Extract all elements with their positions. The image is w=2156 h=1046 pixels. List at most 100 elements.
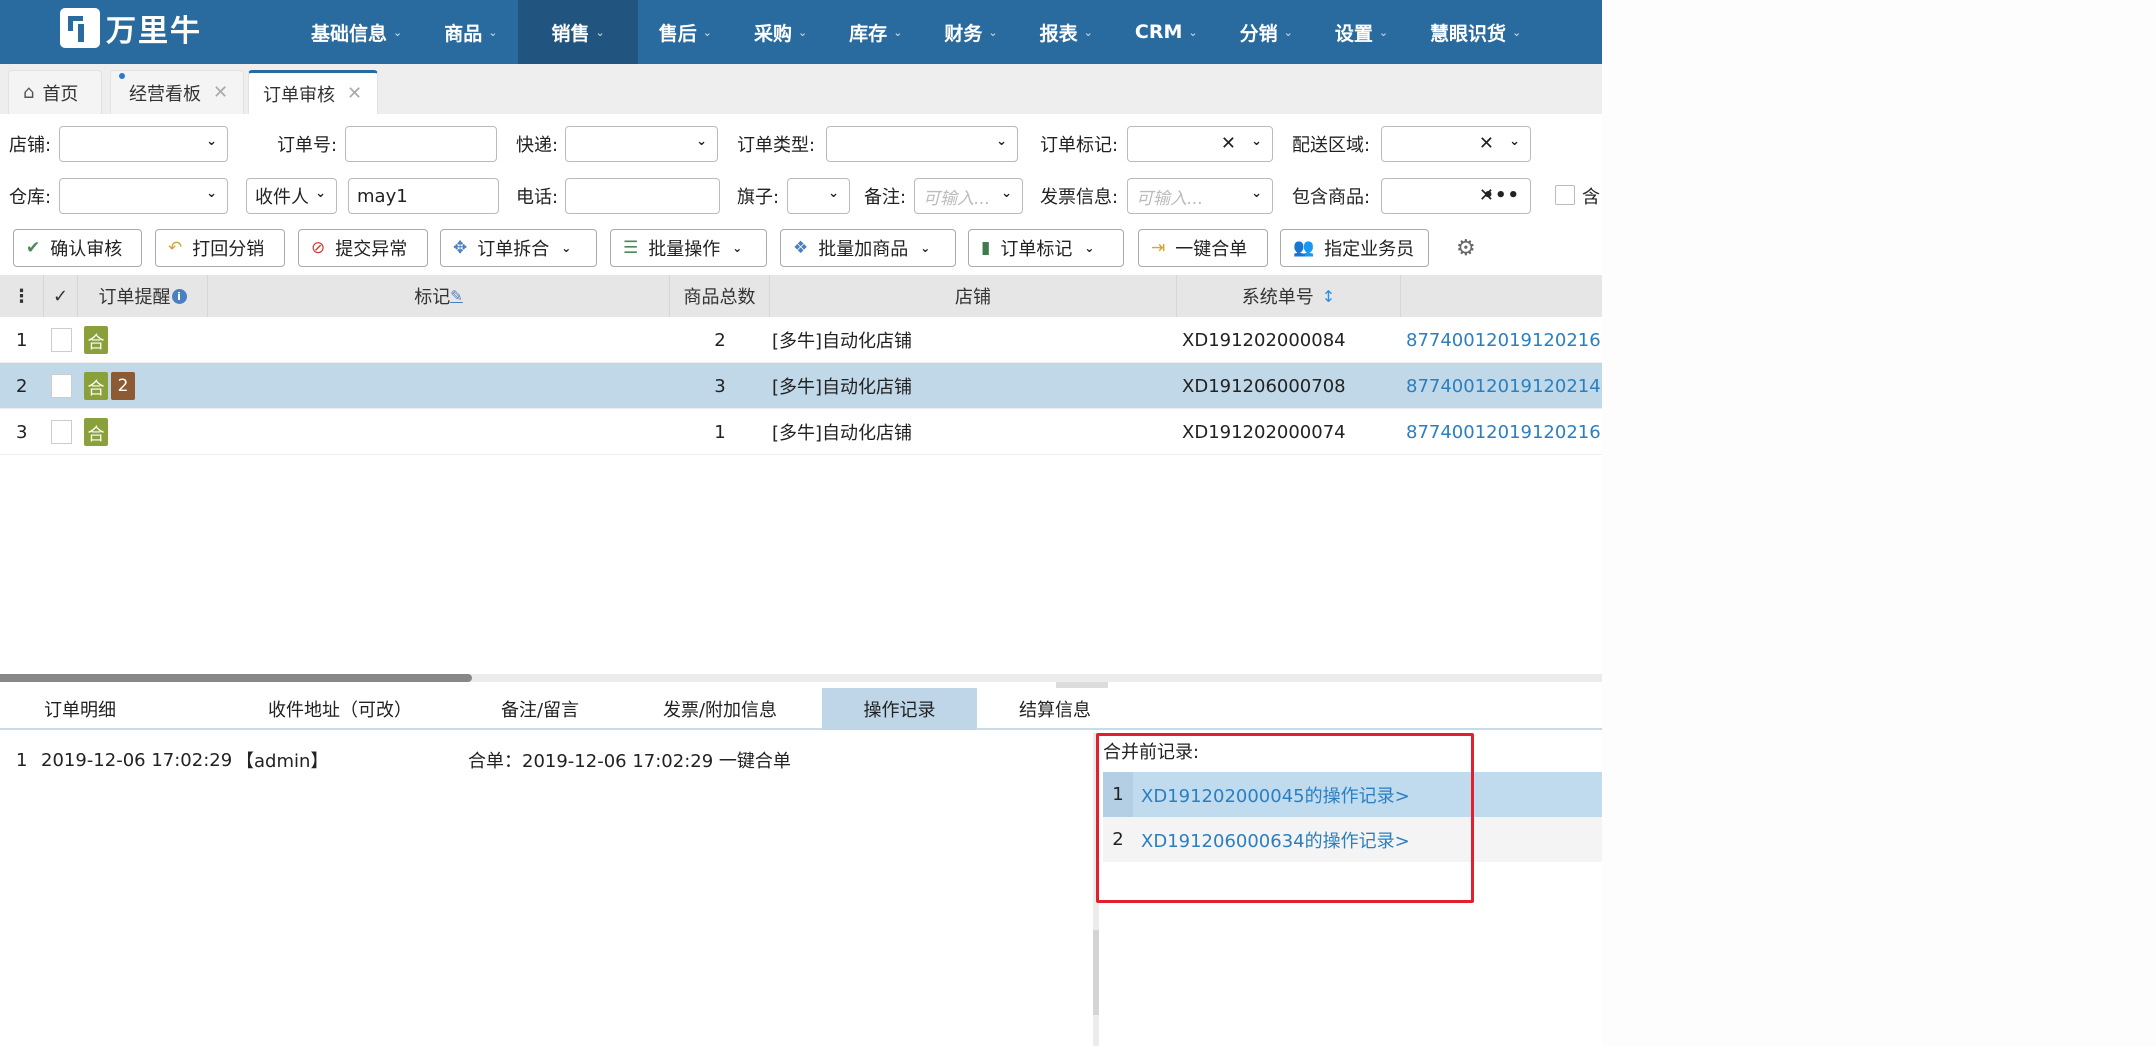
delivery-area-select[interactable]: ✕ ⌄: [1381, 126, 1531, 162]
close-icon[interactable]: ✕: [347, 83, 362, 104]
col-shop[interactable]: 店铺: [770, 275, 1177, 317]
menu-reports[interactable]: 报表 ⌄: [1019, 0, 1114, 64]
assign-salesman-button[interactable]: 👥 指定业务员: [1280, 229, 1429, 267]
menu-smart-sourcing[interactable]: 慧眼识货 ⌄: [1409, 0, 1542, 64]
row-checkbox-cell[interactable]: [51, 363, 72, 409]
tab-settlement[interactable]: 结算信息: [1000, 688, 1110, 730]
menu-basic-info[interactable]: 基础信息 ⌄: [290, 0, 423, 64]
menu-after-sales[interactable]: 售后 ⌄: [638, 0, 733, 64]
tab-order-detail[interactable]: 订单明细: [0, 688, 160, 730]
remark-select[interactable]: 可输入... ⌄: [914, 178, 1023, 214]
order-no-input[interactable]: [345, 126, 497, 162]
warehouse-select[interactable]: ⌄: [59, 178, 228, 214]
table-row[interactable]: 3 合 1 [多牛]自动化店铺 XD191202000074 877400120…: [0, 409, 1602, 455]
table-row[interactable]: 1 合 2 [多牛]自动化店铺 XD191202000084 877400120…: [0, 317, 1602, 363]
platform-no-link[interactable]: 87740012019120216252: [1406, 409, 1602, 455]
include-checkbox[interactable]: [1555, 185, 1575, 205]
col-platform-no[interactable]: [1401, 275, 1602, 317]
phone-input[interactable]: [565, 178, 720, 214]
express-select[interactable]: ⌄: [565, 126, 718, 162]
menu-label: 分销: [1239, 22, 1278, 45]
logo[interactable]: 万里牛: [60, 6, 202, 50]
tab-remark[interactable]: 备注/留言: [470, 688, 610, 730]
menu-distribution[interactable]: 分销 ⌄: [1219, 0, 1314, 64]
confirm-audit-button[interactable]: ✔ 确认审核: [13, 229, 142, 267]
shop-select[interactable]: ⌄: [59, 126, 228, 162]
clear-icon[interactable]: ✕: [1221, 133, 1236, 154]
invoice-select[interactable]: 可输入... ⌄: [1127, 178, 1273, 214]
log-user: 【admin】: [236, 751, 329, 772]
batch-add-goods-button[interactable]: ❖ 批量加商品 ⌄: [780, 229, 956, 267]
row-checkbox[interactable]: [51, 328, 72, 352]
one-click-merge-button[interactable]: ⇥ 一键合单: [1138, 229, 1268, 267]
merged-record-item[interactable]: 1 XD191202000045的操作记录>: [1103, 772, 1602, 817]
receiver-type-select[interactable]: 收件人 ⌄: [246, 178, 337, 214]
receiver-input[interactable]: may1: [348, 178, 499, 214]
return-distribution-button[interactable]: ↶ 打回分销: [155, 229, 285, 267]
tab-label: 收件地址（可改）: [268, 700, 412, 721]
column-menu-icon[interactable]: ⋮: [0, 275, 44, 317]
logo-icon: [60, 8, 100, 48]
merge-badge: 合: [84, 326, 108, 354]
menu-label: 售后: [658, 22, 697, 45]
tab-address[interactable]: 收件地址（可改）: [240, 688, 440, 730]
vertical-scrollbar-thumb[interactable]: [1093, 930, 1099, 1015]
chevron-down-icon: ⌄: [1509, 134, 1520, 149]
gear-icon[interactable]: ⚙: [1456, 236, 1476, 261]
menu-finance[interactable]: 财务 ⌄: [923, 0, 1018, 64]
row-index: 3: [16, 421, 28, 443]
include-goods-input[interactable]: ✕ •••: [1381, 178, 1531, 214]
row-checkbox-cell[interactable]: [51, 317, 72, 363]
edit-icon[interactable]: ✎: [450, 287, 463, 305]
horizontal-scrollbar-thumb[interactable]: [0, 674, 472, 682]
menu-goods[interactable]: 商品 ⌄: [423, 0, 518, 64]
tab-dashboard[interactable]: 经营看板 ✕: [110, 70, 244, 114]
clear-icon[interactable]: ✕: [1479, 133, 1494, 154]
button-label: 指定业务员: [1324, 239, 1415, 260]
button-label: 提交异常: [335, 239, 408, 260]
select-all-checkbox[interactable]: ✓: [44, 275, 78, 317]
invoice-label: 发票信息:: [1040, 187, 1119, 208]
row-index: 1: [16, 329, 28, 351]
flag-select[interactable]: ⌄: [787, 178, 850, 214]
table-row[interactable]: 2 合 2 3 [多牛]自动化店铺 XD191206000708 8774001…: [0, 363, 1602, 409]
col-reminder[interactable]: 订单提醒 i: [78, 275, 208, 317]
reminder-badges: 合: [84, 409, 111, 455]
tab-order-audit[interactable]: 订单审核 ✕: [248, 70, 378, 114]
menu-inventory[interactable]: 库存 ⌄: [828, 0, 923, 64]
more-icon[interactable]: •••: [1482, 185, 1520, 206]
tab-invoice[interactable]: 发票/附加信息: [640, 688, 800, 730]
order-mark-select[interactable]: ✕ ⌄: [1127, 126, 1273, 162]
order-mark-button[interactable]: ▮ 订单标记 ⌄: [968, 229, 1124, 267]
close-icon[interactable]: ✕: [213, 82, 228, 103]
column-label: 商品总数: [683, 287, 756, 308]
platform-no-link[interactable]: 87740012019120216571: [1406, 317, 1602, 363]
platform-no-link[interactable]: 87740012019120214274: [1406, 363, 1602, 409]
menu-purchase[interactable]: 采购 ⌄: [733, 0, 828, 64]
sort-icon[interactable]: ↕: [1322, 287, 1335, 306]
info-icon[interactable]: i: [171, 288, 187, 304]
col-goods-total[interactable]: 商品总数: [670, 275, 770, 317]
split-merge-button[interactable]: ✥ 订单拆合 ⌄: [440, 229, 597, 267]
chevron-down-icon: ⌄: [393, 25, 403, 39]
col-system-no[interactable]: 系统单号 ↕: [1177, 275, 1401, 317]
merged-record-item[interactable]: 2 XD191206000634的操作记录>: [1103, 817, 1602, 862]
row-checkbox[interactable]: [51, 420, 72, 444]
tab-label: 订单明细: [44, 700, 116, 721]
merged-record-link[interactable]: XD191206000634的操作记录>: [1141, 827, 1410, 853]
tab-home[interactable]: ⌂ 首页: [8, 70, 102, 114]
menu-sales[interactable]: 销售 ⌄: [518, 0, 638, 64]
row-checkbox-cell[interactable]: [51, 409, 72, 455]
menu-settings[interactable]: 设置 ⌄: [1314, 0, 1409, 64]
tab-op-log[interactable]: 操作记录: [822, 688, 977, 730]
chevron-down-icon: ⌄: [1378, 25, 1389, 39]
logo-text: 万里牛: [106, 14, 202, 49]
row-checkbox[interactable]: [51, 374, 72, 398]
bookmark-icon: ▮: [981, 238, 991, 258]
submit-exception-button[interactable]: ⊘ 提交异常: [298, 229, 428, 267]
menu-crm[interactable]: CRM ⌄: [1114, 0, 1219, 64]
batch-ops-button[interactable]: ☰ 批量操作 ⌄: [610, 229, 767, 267]
merged-record-link[interactable]: XD191202000045的操作记录>: [1141, 782, 1410, 808]
col-mark[interactable]: 标记 ✎: [208, 275, 670, 317]
order-type-select[interactable]: ⌄: [826, 126, 1018, 162]
